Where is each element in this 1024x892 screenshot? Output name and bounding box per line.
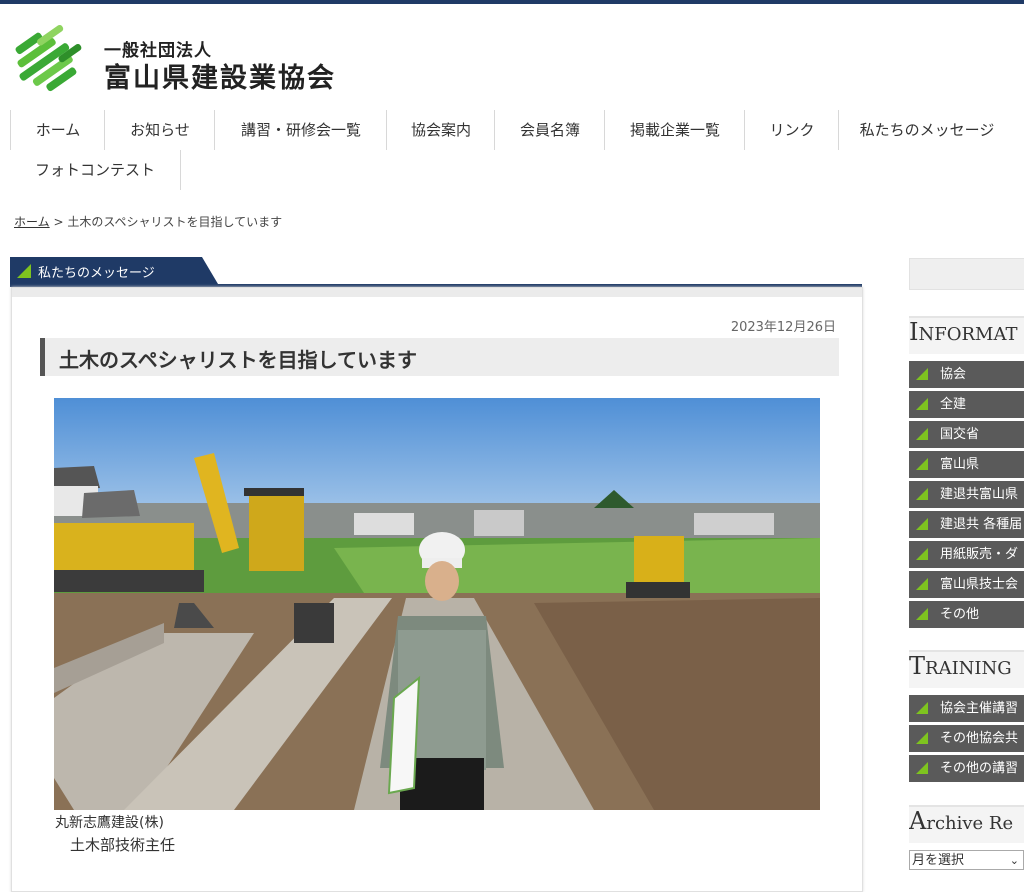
arrow-icon (916, 428, 928, 440)
sidebar-item-other-courses[interactable]: その他の講習 (909, 755, 1024, 782)
arrow-icon (916, 578, 928, 590)
caption-role: 土木部技術主任 (70, 836, 176, 854)
sidebar-item-label: 建退共 各種届 (940, 517, 1023, 532)
sidebar-item-cosponsored-courses[interactable]: その他協会共 (909, 725, 1024, 752)
sidebar-item-kentaikyo-forms[interactable]: 建退共 各種届 (909, 511, 1024, 538)
construction-site-photo (54, 398, 820, 810)
chevron-down-icon: ⌄ (1009, 854, 1019, 867)
breadcrumb-home-link[interactable]: ホーム (14, 215, 50, 229)
top-border (0, 0, 1024, 4)
nav-item-home[interactable]: ホーム (10, 110, 105, 150)
archive-select-value: 月を選択 (912, 853, 965, 868)
post-date: 2023年12月26日 (730, 320, 836, 335)
sidebar-item-label: 富山県 (940, 457, 980, 472)
nav-item-links[interactable]: リンク (744, 110, 839, 150)
nav-item-members[interactable]: 会員名簿 (494, 110, 605, 150)
sidebar-heading-training: TRAINING (909, 650, 1024, 688)
sidebar-item-zenken[interactable]: 全建 (909, 391, 1024, 418)
post-card: 2023年12月26日 土木のスペシャリストを目指しています 丸新志鷹建設(株)… (11, 287, 863, 892)
arrow-icon (916, 398, 928, 410)
heading-cap: A (909, 807, 927, 835)
section-tab: 私たちのメッセージ (10, 257, 218, 284)
association-logo-icon[interactable] (14, 22, 94, 98)
arrow-icon (916, 548, 928, 560)
heading-rest: rchive Re (926, 813, 1014, 834)
arrow-icon (916, 458, 928, 470)
archive-month-select[interactable]: 月を選択 ⌄ (909, 850, 1024, 870)
nav-item-messages[interactable]: 私たちのメッセージ (838, 110, 1015, 150)
sidebar-item-mlit[interactable]: 国交省 (909, 421, 1024, 448)
heading-rest: RAINING (925, 658, 1012, 679)
arrow-icon (916, 368, 928, 380)
arrow-icon (916, 732, 928, 744)
sidebar-item-label: 建退共富山県 (940, 487, 1019, 502)
sidebar-heading-archive: Archive Re (909, 805, 1024, 843)
nav-item-news[interactable]: お知らせ (104, 110, 215, 150)
sidebar-item-assoc-courses[interactable]: 協会主催講習 (909, 695, 1024, 722)
arrow-icon (916, 608, 928, 620)
sidebar-item-label: 協会主催講習 (940, 701, 1019, 716)
arrow-icon (17, 264, 31, 278)
sidebar-item-label: 富山県技士会 (940, 577, 1019, 592)
sidebar-item-kyokai[interactable]: 協会 (909, 361, 1024, 388)
nav-item-photo-contest[interactable]: フォトコンテスト (10, 150, 181, 190)
nav-item-about[interactable]: 協会案内 (386, 110, 495, 150)
sidebar-item-label: 全建 (940, 397, 967, 412)
section-tab-label: 私たちのメッセージ (38, 266, 155, 281)
main-nav: ホーム お知らせ 講習・研修会一覧 協会案内 会員名簿 掲載企業一覧 リンク 私… (10, 110, 1020, 190)
arrow-icon (916, 518, 928, 530)
sidebar-item-other[interactable]: その他 (909, 601, 1024, 628)
sidebar-item-label: 協会 (940, 367, 967, 382)
arrow-icon (916, 762, 928, 774)
nav-item-courses[interactable]: 講習・研修会一覧 (214, 110, 387, 150)
sidebar-heading-information: INFORMAT (909, 316, 1024, 354)
arrow-icon (916, 488, 928, 500)
org-name[interactable]: 富山県建設業協会 (104, 56, 336, 95)
sidebar-item-label: その他 (940, 607, 980, 622)
heading-cap: T (909, 652, 926, 680)
sidebar-item-label: その他協会共 (940, 731, 1019, 746)
sidebar-item-form-sales[interactable]: 用紙販売・ダ (909, 541, 1024, 568)
post-title-box: 土木のスペシャリストを目指しています (40, 338, 839, 376)
caption-company: 丸新志鷹建設(株) (55, 815, 164, 831)
sidebar-item-label: 用紙販売・ダ (940, 547, 1019, 562)
breadcrumb: ホーム > 土木のスペシャリストを目指しています (14, 213, 282, 230)
card-top-band (12, 288, 862, 297)
post-title: 土木のスペシャリストを目指しています (59, 348, 417, 372)
sidebar-item-engineers-assoc[interactable]: 富山県技士会 (909, 571, 1024, 598)
sidebar-item-toyama-pref[interactable]: 富山県 (909, 451, 1024, 478)
heading-rest: NFORMAT (918, 324, 1018, 345)
breadcrumb-current: 土木のスペシャリストを目指しています (67, 215, 283, 229)
sidebar-item-label: その他の講習 (940, 761, 1019, 776)
nav-item-companies[interactable]: 掲載企業一覧 (604, 110, 745, 150)
sidebar-search-box[interactable] (909, 258, 1024, 290)
sidebar-item-kentaikyo-toyama[interactable]: 建退共富山県 (909, 481, 1024, 508)
arrow-icon (916, 702, 928, 714)
sidebar-item-label: 国交省 (940, 427, 980, 442)
breadcrumb-separator: > (49, 215, 68, 229)
